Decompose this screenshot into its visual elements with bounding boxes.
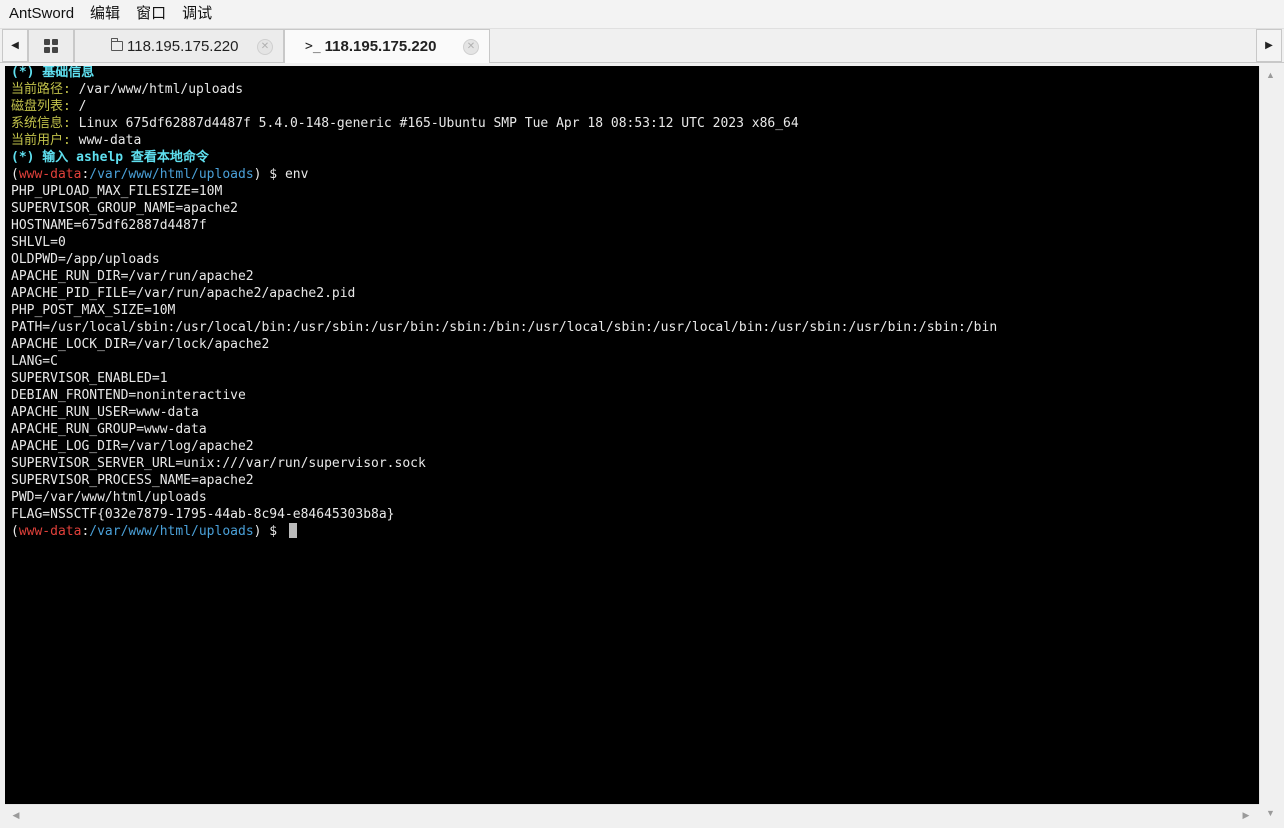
output-line: SUPERVISOR_SERVER_URL=unix:///var/run/su… [11,456,426,471]
output-line: DEBIAN_FRONTEND=noninteractive [11,388,246,403]
menu-debug[interactable]: 调试 [174,0,220,28]
output-line: APACHE_LOG_DIR=/var/log/apache2 [11,439,254,454]
menu-antsword[interactable]: AntSword [0,0,82,28]
info-label: 当前路径: [11,82,71,97]
tab-scroll-right-icon[interactable]: ▶ [1256,29,1282,62]
info-line-system: 系统信息: Linux 675df62887d4487f 5.4.0-148-g… [11,115,997,132]
prompt-close: ) $ [253,524,285,539]
prompt-line: (www-data:/var/www/html/uploads) $ env [11,166,997,183]
prompt-line-active[interactable]: (www-data:/var/www/html/uploads) $ [11,523,997,540]
prompt-path: /var/www/html/uploads [89,167,254,182]
output-line: APACHE_RUN_GROUP=www-data [11,422,207,437]
prompt-close: ) $ [253,167,285,182]
output-line: PATH=/usr/local/sbin:/usr/local/bin:/usr… [11,320,998,335]
output-line: APACHE_RUN_DIR=/var/run/apache2 [11,269,254,284]
output-line: PHP_POST_MAX_SIZE=10M [11,303,176,318]
tab-file-manager-label: 118.195.175.220 [127,37,239,55]
terminal-panel[interactable]: (*) 基础信息 当前路径: /var/www/html/uploads 磁盘列… [5,66,1259,804]
info-line-disks: 磁盘列表: / [11,98,997,115]
tab-home[interactable] [28,29,74,62]
info-value: www-data [70,133,142,148]
prompt-open: ( [11,167,19,182]
folder-icon [110,38,123,51]
hint-line: (*) 输入 ashelp 查看本地命令 [11,150,209,165]
prompt-user: www-data [18,167,82,182]
info-line-path: 当前路径: /var/www/html/uploads [11,81,997,98]
command-text: env [284,167,309,182]
prompt-open: ( [11,524,19,539]
output-line: PHP_UPLOAD_MAX_FILESIZE=10M [11,184,223,199]
grid-icon [44,39,58,53]
output-line: OLDPWD=/app/uploads [11,252,160,267]
output-line: APACHE_PID_FILE=/var/run/apache2/apache2… [11,286,356,301]
info-label: 磁盘列表: [11,99,71,114]
info-value: /var/www/html/uploads [70,82,244,97]
output-line: SHLVL=0 [11,235,66,250]
scroll-up-icon[interactable]: ▲ [1260,66,1281,84]
command-output: PHP_UPLOAD_MAX_FILESIZE=10M SUPERVISOR_GR… [11,183,997,523]
output-line: HOSTNAME=675df62887d4487f [11,218,207,233]
info-label: 系统信息: [11,116,71,131]
terminal-cursor[interactable] [288,523,297,538]
info-value: / [70,99,87,114]
terminal-output: (*) 基础信息 当前路径: /var/www/html/uploads 磁盘列… [11,66,997,540]
scroll-right-icon[interactable]: ▶ [1237,805,1255,825]
menu-bar: AntSword 编辑 窗口 调试 [0,0,1284,29]
tab-bar: ◀ 118.195.175.220 ✕ >_ 118.195.175.220 ✕… [0,29,1284,63]
scroll-left-icon[interactable]: ◀ [7,805,25,825]
tab-terminal[interactable]: >_ 118.195.175.220 ✕ [284,29,490,63]
menu-edit[interactable]: 编辑 [82,0,128,28]
output-line: SUPERVISOR_GROUP_NAME=apache2 [11,201,238,216]
output-line: PWD=/var/www/html/uploads [11,490,207,505]
output-line: LANG=C [11,354,58,369]
close-icon[interactable]: ✕ [257,39,273,55]
horizontal-scrollbar[interactable]: ◀ ▶ [5,804,1259,825]
tab-terminal-label: 118.195.175.220 [324,38,437,55]
info-label: 当前用户: [11,133,71,148]
tab-scroll-left-icon[interactable]: ◀ [2,29,28,62]
tab-file-manager[interactable]: 118.195.175.220 ✕ [74,29,284,62]
menu-window[interactable]: 窗口 [128,0,174,28]
prompt-path: /var/www/html/uploads [89,524,254,539]
info-value: Linux 675df62887d4487f 5.4.0-148-generic… [70,116,799,131]
output-line: APACHE_LOCK_DIR=/var/lock/apache2 [11,337,270,352]
prompt-user: www-data [18,524,82,539]
output-line: SUPERVISOR_PROCESS_NAME=apache2 [11,473,254,488]
info-line-user: 当前用户: www-data [11,132,997,149]
terminal-icon: >_ [305,39,321,54]
output-line: FLAG=NSSCTF{032e7879-1795-44ab-8c94-e846… [11,507,395,522]
vertical-scrollbar[interactable]: ▲ ▼ [1259,66,1281,818]
scroll-down-icon[interactable]: ▼ [1260,804,1281,822]
output-line: APACHE_RUN_USER=www-data [11,405,199,420]
output-line: SUPERVISOR_ENABLED=1 [11,371,168,386]
info-header: (*) 基础信息 [11,66,95,80]
close-icon[interactable]: ✕ [463,39,479,55]
